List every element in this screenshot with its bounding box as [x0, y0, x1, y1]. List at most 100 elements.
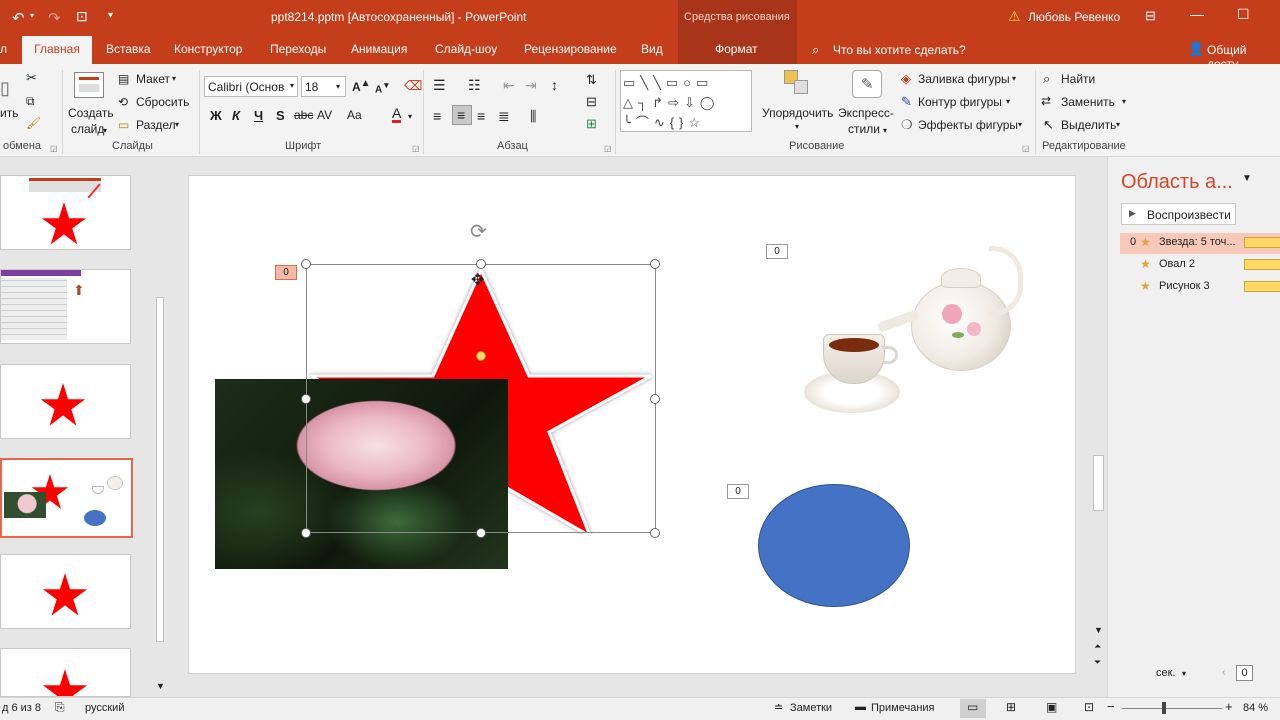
quick-styles-label-2[interactable]: стили [848, 122, 880, 136]
columns-icon[interactable]: ⫼ [530, 108, 536, 125]
font-size-combobox[interactable]: 18 ▾ [301, 76, 346, 97]
resize-handle[interactable] [301, 394, 311, 404]
align-center-button[interactable]: ≡ [452, 105, 472, 125]
animation-tag-oval[interactable]: 0 [727, 484, 749, 499]
zoom-in-icon[interactable]: + [1225, 699, 1233, 714]
slide-thumbnail[interactable] [0, 554, 131, 629]
editor-scroll-thumb[interactable] [1093, 455, 1104, 511]
shadow-button[interactable]: S [276, 108, 285, 123]
animation-timing-bar[interactable] [1244, 259, 1280, 270]
tab-animations[interactable]: Анимация [351, 36, 407, 64]
shape-effects-dropdown-icon[interactable]: ▾ [1018, 120, 1022, 129]
resize-handle[interactable] [650, 528, 660, 538]
editor-scrollbar[interactable]: ▼ ⏶ ⏷ [1090, 157, 1107, 697]
line-spacing-icon[interactable]: ↕ [551, 77, 558, 93]
new-slide-icon[interactable] [74, 72, 104, 98]
replace-icon[interactable]: ⇄ [1041, 94, 1051, 108]
paragraph-launcher-icon[interactable]: ◲ [604, 144, 612, 153]
animation-item[interactable]: ★ Овал 2 [1120, 255, 1280, 276]
undo-icon[interactable]: ↶ [12, 9, 25, 27]
numbering-icon[interactable]: ☷ [468, 77, 481, 94]
play-button[interactable]: ▶ Воспроизвести [1121, 203, 1236, 225]
scroll-down-icon[interactable]: ▼ [156, 681, 165, 691]
section-button[interactable]: Раздел [136, 118, 176, 132]
next-slide-icon[interactable]: ⏷ [1094, 657, 1101, 668]
seconds-dropdown[interactable]: сек. [1156, 667, 1176, 679]
paste-label[interactable]: ить [0, 106, 18, 120]
tab-slideshow[interactable]: Слайд-шоу [435, 36, 497, 64]
arrange-icon[interactable] [784, 70, 810, 96]
seconds-dropdown-icon[interactable]: ▾ [1182, 669, 1186, 678]
shapes-gallery[interactable]: ▭╲╲▭○▭ △┐↱⇨⇩◯ ╰⌒∿{}☆ [620, 70, 752, 132]
shape-effects-icon[interactable]: ❍ [901, 117, 913, 133]
arrange-button[interactable]: Упорядочить [762, 106, 833, 120]
tab-design[interactable]: Конструктор [174, 36, 242, 64]
slide-thumbnail[interactable] [0, 648, 131, 697]
shape-outline-icon[interactable]: ✎ [901, 94, 912, 110]
find-icon[interactable]: ⌕ [1043, 71, 1050, 87]
notes-button[interactable]: Заметки [790, 702, 832, 714]
resize-handle[interactable] [301, 259, 311, 269]
shape-effects-button[interactable]: Эффекты фигуры [918, 118, 1018, 132]
font-launcher-icon[interactable]: ◲ [412, 144, 420, 153]
decrease-indent-icon[interactable]: ⇤ [503, 77, 515, 94]
replace-dropdown-icon[interactable]: ▾ [1122, 97, 1126, 106]
previous-slide-icon[interactable]: ⏶ [1094, 641, 1101, 652]
shape-fill-button[interactable]: Заливка фигуры [918, 72, 1010, 86]
font-color-icon[interactable]: A [392, 106, 402, 123]
cut-icon[interactable]: ✂ [26, 70, 37, 86]
tab-review[interactable]: Рецензирование [524, 36, 617, 64]
find-button[interactable]: Найти [1061, 72, 1095, 86]
quick-styles-label[interactable]: Экспресс- [838, 106, 894, 120]
bullets-icon[interactable]: ☰ [433, 77, 446, 94]
zoom-slider-thumb[interactable] [1162, 702, 1166, 714]
select-dropdown-icon[interactable]: ▾ [1116, 120, 1120, 129]
quick-styles-dropdown-icon[interactable]: ▾ [883, 126, 887, 135]
ribbon-display-options-icon[interactable]: ⊟ [1145, 8, 1156, 24]
layout-icon[interactable]: ▤ [118, 72, 129, 86]
layout-button[interactable]: Макет [136, 72, 170, 86]
select-icon[interactable]: ↖ [1043, 117, 1054, 133]
replace-button[interactable]: Заменить [1061, 95, 1115, 109]
animation-tag-star[interactable]: 0 [275, 265, 297, 280]
slide-thumbnail[interactable] [0, 175, 131, 250]
strikethrough-icon[interactable]: abc [294, 108, 313, 122]
tab-format[interactable]: Формат [715, 36, 758, 64]
customize-qat-icon[interactable]: ▾ [108, 10, 113, 21]
section-dropdown-icon[interactable]: ▾ [175, 120, 179, 129]
font-name-dropdown-icon[interactable]: ▾ [290, 81, 294, 90]
text-direction-icon[interactable]: ⇅ [586, 72, 597, 88]
clipboard-launcher-icon[interactable]: ◲ [50, 144, 58, 153]
user-name[interactable]: Любовь Ревенко [1028, 10, 1120, 24]
start-slideshow-icon[interactable]: ⊡ [76, 8, 88, 25]
tab-home[interactable]: Главная [22, 36, 92, 64]
comments-icon[interactable]: ▬ [855, 701, 866, 713]
slide-sorter-icon[interactable]: ⊞ [1006, 700, 1016, 714]
adjust-handle[interactable] [476, 351, 486, 361]
rotate-handle-icon[interactable]: ⟳ [470, 219, 487, 244]
layout-dropdown-icon[interactable]: ▾ [172, 74, 176, 83]
align-right-icon[interactable]: ≡ [477, 108, 485, 124]
resize-handle[interactable] [650, 394, 660, 404]
animation-timing-bar[interactable] [1244, 237, 1280, 248]
thumbnails-scroll-thumb[interactable] [156, 297, 164, 642]
timeline-left-icon[interactable]: ‹ [1222, 667, 1225, 678]
new-slide-label[interactable]: Создать [68, 106, 114, 120]
shape-fill-dropdown-icon[interactable]: ▾ [1012, 74, 1016, 83]
shape-outline-dropdown-icon[interactable]: ▾ [1006, 97, 1010, 106]
tab-view[interactable]: Вид [641, 36, 663, 64]
underline-button[interactable]: Ч [254, 108, 263, 123]
new-slide-dropdown-icon[interactable]: ▾ [103, 126, 107, 135]
section-icon[interactable]: ▭ [118, 118, 129, 132]
slide-thumbnail-selected[interactable] [0, 458, 133, 538]
format-painter-icon[interactable]: 🖌 [26, 116, 41, 130]
slide-thumbnail[interactable] [0, 364, 131, 439]
animation-timing-bar[interactable] [1244, 281, 1280, 292]
thumbnails-scrollbar[interactable]: ▼ [153, 157, 168, 697]
font-color-dropdown-icon[interactable]: ▾ [408, 112, 412, 121]
zoom-level[interactable]: 84 % [1243, 702, 1268, 714]
drawing-launcher-icon[interactable]: ◲ [1022, 144, 1030, 153]
align-left-icon[interactable]: ≡ [433, 108, 441, 124]
tab-insert[interactable]: Вставка [106, 36, 151, 64]
shape-fill-icon[interactable]: ◈ [901, 71, 911, 87]
